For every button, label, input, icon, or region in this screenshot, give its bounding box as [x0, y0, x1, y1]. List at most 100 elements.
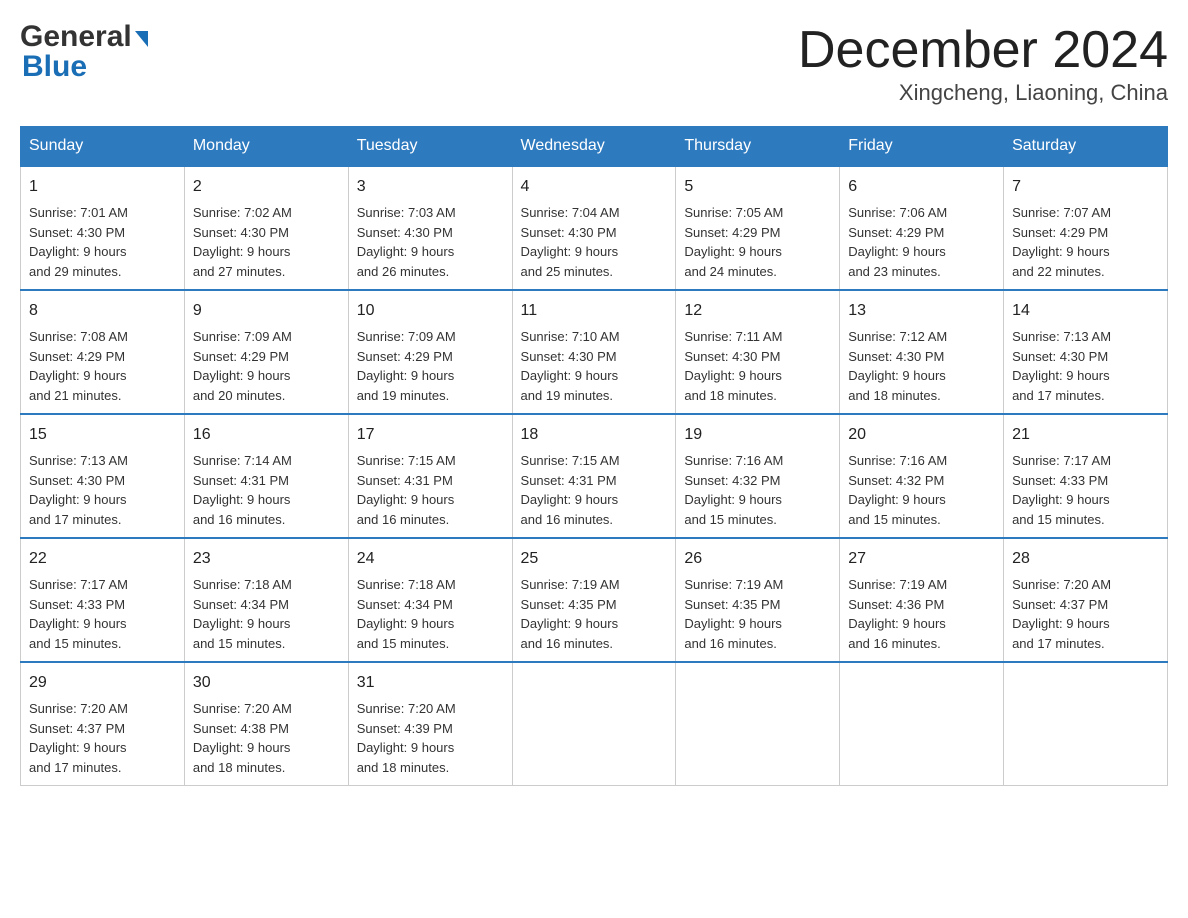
- daylight-minutes: and 22 minutes.: [1012, 264, 1105, 279]
- calendar-cell: 15 Sunrise: 7:13 AM Sunset: 4:30 PM Dayl…: [21, 414, 185, 538]
- day-number: 29: [29, 671, 176, 695]
- sunrise-text: Sunrise: 7:01 AM: [29, 205, 128, 220]
- day-number: 3: [357, 175, 504, 199]
- sunset-text: Sunset: 4:33 PM: [1012, 473, 1108, 488]
- sunrise-text: Sunrise: 7:20 AM: [29, 701, 128, 716]
- sunrise-text: Sunrise: 7:10 AM: [521, 329, 620, 344]
- daylight-text: Daylight: 9 hours: [357, 368, 455, 383]
- calendar-cell: 3 Sunrise: 7:03 AM Sunset: 4:30 PM Dayli…: [348, 166, 512, 290]
- daylight-minutes: and 19 minutes.: [357, 388, 450, 403]
- calendar-cell: 21 Sunrise: 7:17 AM Sunset: 4:33 PM Dayl…: [1004, 414, 1168, 538]
- day-number: 2: [193, 175, 340, 199]
- day-number: 25: [521, 547, 668, 571]
- day-number: 24: [357, 547, 504, 571]
- month-title: December 2024: [798, 20, 1168, 80]
- day-number: 17: [357, 423, 504, 447]
- daylight-text: Daylight: 9 hours: [29, 616, 127, 631]
- sunrise-text: Sunrise: 7:08 AM: [29, 329, 128, 344]
- calendar-cell: 2 Sunrise: 7:02 AM Sunset: 4:30 PM Dayli…: [184, 166, 348, 290]
- weekday-header-monday: Monday: [184, 127, 348, 167]
- sunset-text: Sunset: 4:34 PM: [193, 597, 289, 612]
- daylight-minutes: and 16 minutes.: [193, 512, 286, 527]
- daylight-text: Daylight: 9 hours: [29, 740, 127, 755]
- daylight-text: Daylight: 9 hours: [684, 244, 782, 259]
- day-number: 8: [29, 299, 176, 323]
- day-number: 14: [1012, 299, 1159, 323]
- daylight-minutes: and 24 minutes.: [684, 264, 777, 279]
- sunset-text: Sunset: 4:30 PM: [193, 225, 289, 240]
- day-number: 12: [684, 299, 831, 323]
- logo-blue-text: Blue: [22, 50, 87, 84]
- daylight-minutes: and 15 minutes.: [848, 512, 941, 527]
- sunrise-text: Sunrise: 7:02 AM: [193, 205, 292, 220]
- sunset-text: Sunset: 4:30 PM: [29, 225, 125, 240]
- calendar-cell: 24 Sunrise: 7:18 AM Sunset: 4:34 PM Dayl…: [348, 538, 512, 662]
- daylight-minutes: and 16 minutes.: [357, 512, 450, 527]
- sunset-text: Sunset: 4:37 PM: [1012, 597, 1108, 612]
- daylight-minutes: and 15 minutes.: [357, 636, 450, 651]
- day-number: 23: [193, 547, 340, 571]
- title-section: December 2024 Xingcheng, Liaoning, China: [798, 20, 1168, 106]
- sunrise-text: Sunrise: 7:20 AM: [357, 701, 456, 716]
- sunrise-text: Sunrise: 7:11 AM: [684, 329, 782, 344]
- sunset-text: Sunset: 4:33 PM: [29, 597, 125, 612]
- day-number: 28: [1012, 547, 1159, 571]
- sunset-text: Sunset: 4:30 PM: [521, 225, 617, 240]
- day-number: 16: [193, 423, 340, 447]
- sunrise-text: Sunrise: 7:09 AM: [193, 329, 292, 344]
- sunset-text: Sunset: 4:29 PM: [357, 349, 453, 364]
- sunrise-text: Sunrise: 7:20 AM: [193, 701, 292, 716]
- logo: General Blue: [20, 20, 148, 84]
- day-number: 7: [1012, 175, 1159, 199]
- daylight-minutes: and 21 minutes.: [29, 388, 122, 403]
- daylight-minutes: and 15 minutes.: [193, 636, 286, 651]
- sunrise-text: Sunrise: 7:18 AM: [193, 577, 292, 592]
- calendar-week-row: 1 Sunrise: 7:01 AM Sunset: 4:30 PM Dayli…: [21, 166, 1168, 290]
- daylight-text: Daylight: 9 hours: [521, 616, 619, 631]
- sunset-text: Sunset: 4:30 PM: [1012, 349, 1108, 364]
- calendar-cell: 28 Sunrise: 7:20 AM Sunset: 4:37 PM Dayl…: [1004, 538, 1168, 662]
- day-number: 20: [848, 423, 995, 447]
- sunrise-text: Sunrise: 7:06 AM: [848, 205, 947, 220]
- daylight-text: Daylight: 9 hours: [1012, 244, 1110, 259]
- calendar-cell: 7 Sunrise: 7:07 AM Sunset: 4:29 PM Dayli…: [1004, 166, 1168, 290]
- daylight-text: Daylight: 9 hours: [29, 492, 127, 507]
- weekday-header-thursday: Thursday: [676, 127, 840, 167]
- day-number: 9: [193, 299, 340, 323]
- sunset-text: Sunset: 4:32 PM: [684, 473, 780, 488]
- sunrise-text: Sunrise: 7:15 AM: [521, 453, 620, 468]
- calendar-cell: 16 Sunrise: 7:14 AM Sunset: 4:31 PM Dayl…: [184, 414, 348, 538]
- sunrise-text: Sunrise: 7:19 AM: [684, 577, 783, 592]
- logo-arrow-icon: [135, 31, 148, 47]
- sunset-text: Sunset: 4:34 PM: [357, 597, 453, 612]
- sunset-text: Sunset: 4:37 PM: [29, 721, 125, 736]
- daylight-minutes: and 15 minutes.: [29, 636, 122, 651]
- sunrise-text: Sunrise: 7:14 AM: [193, 453, 292, 468]
- daylight-minutes: and 18 minutes.: [848, 388, 941, 403]
- day-number: 13: [848, 299, 995, 323]
- daylight-text: Daylight: 9 hours: [29, 244, 127, 259]
- calendar-cell: 9 Sunrise: 7:09 AM Sunset: 4:29 PM Dayli…: [184, 290, 348, 414]
- sunrise-text: Sunrise: 7:16 AM: [684, 453, 783, 468]
- calendar-cell: [840, 662, 1004, 786]
- calendar-cell: 18 Sunrise: 7:15 AM Sunset: 4:31 PM Dayl…: [512, 414, 676, 538]
- daylight-text: Daylight: 9 hours: [848, 616, 946, 631]
- calendar-cell: 13 Sunrise: 7:12 AM Sunset: 4:30 PM Dayl…: [840, 290, 1004, 414]
- calendar-cell: [676, 662, 840, 786]
- daylight-text: Daylight: 9 hours: [1012, 616, 1110, 631]
- day-number: 22: [29, 547, 176, 571]
- calendar-week-row: 29 Sunrise: 7:20 AM Sunset: 4:37 PM Dayl…: [21, 662, 1168, 786]
- calendar-cell: 4 Sunrise: 7:04 AM Sunset: 4:30 PM Dayli…: [512, 166, 676, 290]
- sunrise-text: Sunrise: 7:20 AM: [1012, 577, 1111, 592]
- daylight-text: Daylight: 9 hours: [1012, 368, 1110, 383]
- calendar-cell: 25 Sunrise: 7:19 AM Sunset: 4:35 PM Dayl…: [512, 538, 676, 662]
- daylight-minutes: and 16 minutes.: [521, 512, 614, 527]
- calendar-cell: 6 Sunrise: 7:06 AM Sunset: 4:29 PM Dayli…: [840, 166, 1004, 290]
- sunrise-text: Sunrise: 7:12 AM: [848, 329, 947, 344]
- day-number: 15: [29, 423, 176, 447]
- sunset-text: Sunset: 4:29 PM: [29, 349, 125, 364]
- sunset-text: Sunset: 4:29 PM: [1012, 225, 1108, 240]
- daylight-minutes: and 26 minutes.: [357, 264, 450, 279]
- sunset-text: Sunset: 4:36 PM: [848, 597, 944, 612]
- sunrise-text: Sunrise: 7:19 AM: [848, 577, 947, 592]
